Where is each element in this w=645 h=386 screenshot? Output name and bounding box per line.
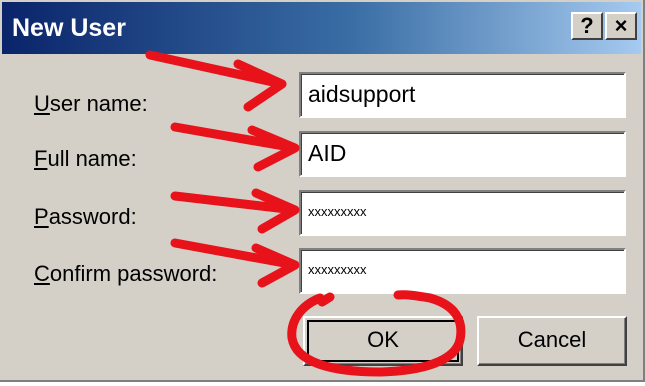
- cancel-button[interactable]: Cancel: [477, 316, 627, 366]
- ok-button[interactable]: OK: [303, 316, 463, 366]
- confirm-password-label: Confirm password:: [34, 261, 218, 286]
- fullname-label: Full name:: [34, 146, 137, 171]
- password-label: Password:: [34, 204, 137, 229]
- new-user-dialog: New User ? × User name: aidsupport Full …: [0, 0, 645, 382]
- close-icon: ×: [614, 13, 628, 38]
- help-button[interactable]: ?: [571, 12, 603, 40]
- password-field[interactable]: xxxxxxxxx: [299, 190, 626, 236]
- fullname-field[interactable]: AID: [299, 131, 626, 177]
- confirm-password-field[interactable]: xxxxxxxxx: [299, 248, 626, 294]
- username-label: User name:: [34, 91, 148, 116]
- close-button[interactable]: ×: [605, 12, 637, 40]
- username-field[interactable]: aidsupport: [299, 72, 626, 118]
- dialog-title: New User: [12, 14, 126, 42]
- help-icon: ?: [580, 13, 594, 38]
- title-bar[interactable]: New User ? ×: [2, 2, 641, 54]
